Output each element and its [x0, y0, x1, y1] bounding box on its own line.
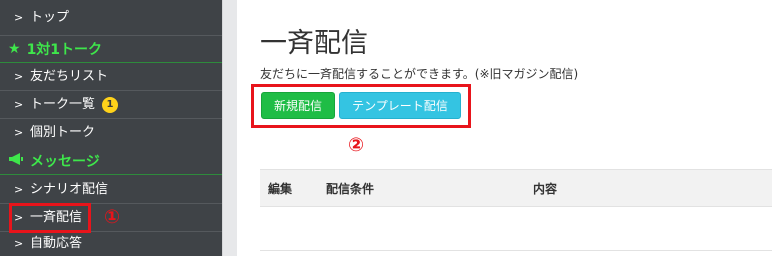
column-header-conditions: 配信条件	[326, 182, 375, 196]
sidebar-item-label: 自動応答	[30, 236, 83, 251]
section-label: メッセージ	[30, 153, 100, 170]
section-label: 1対1トーク	[26, 41, 103, 58]
section-header-one-to-one: ★ 1対1トーク	[0, 35, 222, 63]
unread-badge: 1	[102, 96, 119, 113]
sidebar-item-label: 友だちリスト	[30, 68, 109, 84]
star-icon: ★	[8, 40, 21, 57]
table-divider	[260, 250, 772, 251]
sidebar-item-auto-reply[interactable]: > 自動応答	[0, 232, 222, 256]
chevron-right-icon: >	[14, 182, 24, 196]
chevron-right-icon: >	[14, 237, 24, 250]
sidebar-item-individual-talk[interactable]: > 個別トーク	[0, 119, 222, 146]
column-header-edit: 編集	[268, 182, 293, 196]
sidebar-item-label: 個別トーク	[30, 124, 96, 140]
sidebar-item-top[interactable]: > トップ	[0, 0, 222, 36]
chevron-right-icon: >	[14, 69, 24, 83]
annotation-highlight-broadcast	[9, 203, 91, 233]
megaphone-icon	[8, 152, 24, 169]
sidebar-item-scenario[interactable]: > シナリオ配信	[0, 176, 222, 204]
sidebar: > トップ ★ 1対1トーク > 友だちリスト > トーク一覧 1 > 個別トー…	[0, 0, 222, 256]
sidebar-item-talk-list[interactable]: > トーク一覧 1	[0, 91, 222, 119]
column-header-content: 内容	[533, 182, 558, 196]
chevron-right-icon: >	[14, 10, 24, 24]
page-description: 友だちに一斉配信することができます。(※旧マガジン配信)	[260, 67, 579, 81]
annotation-highlight-buttons	[251, 84, 471, 128]
chevron-right-icon: >	[14, 125, 24, 139]
sidebar-item-friends-list[interactable]: > 友だちリスト	[0, 63, 222, 91]
broadcast-table-header: 編集 配信条件 内容	[260, 169, 772, 207]
page-title: 一斉配信	[260, 28, 368, 59]
sidebar-item-label: トーク一覧	[30, 96, 96, 112]
sidebar-item-label: トップ	[30, 9, 70, 25]
chevron-right-icon: >	[14, 97, 24, 111]
annotation-marker-2: ②	[348, 134, 365, 156]
section-header-message: メッセージ	[0, 147, 222, 175]
sidebar-divider[interactable]	[222, 0, 237, 256]
annotation-marker-1: ①	[104, 206, 121, 228]
sidebar-item-label: シナリオ配信	[30, 181, 109, 197]
